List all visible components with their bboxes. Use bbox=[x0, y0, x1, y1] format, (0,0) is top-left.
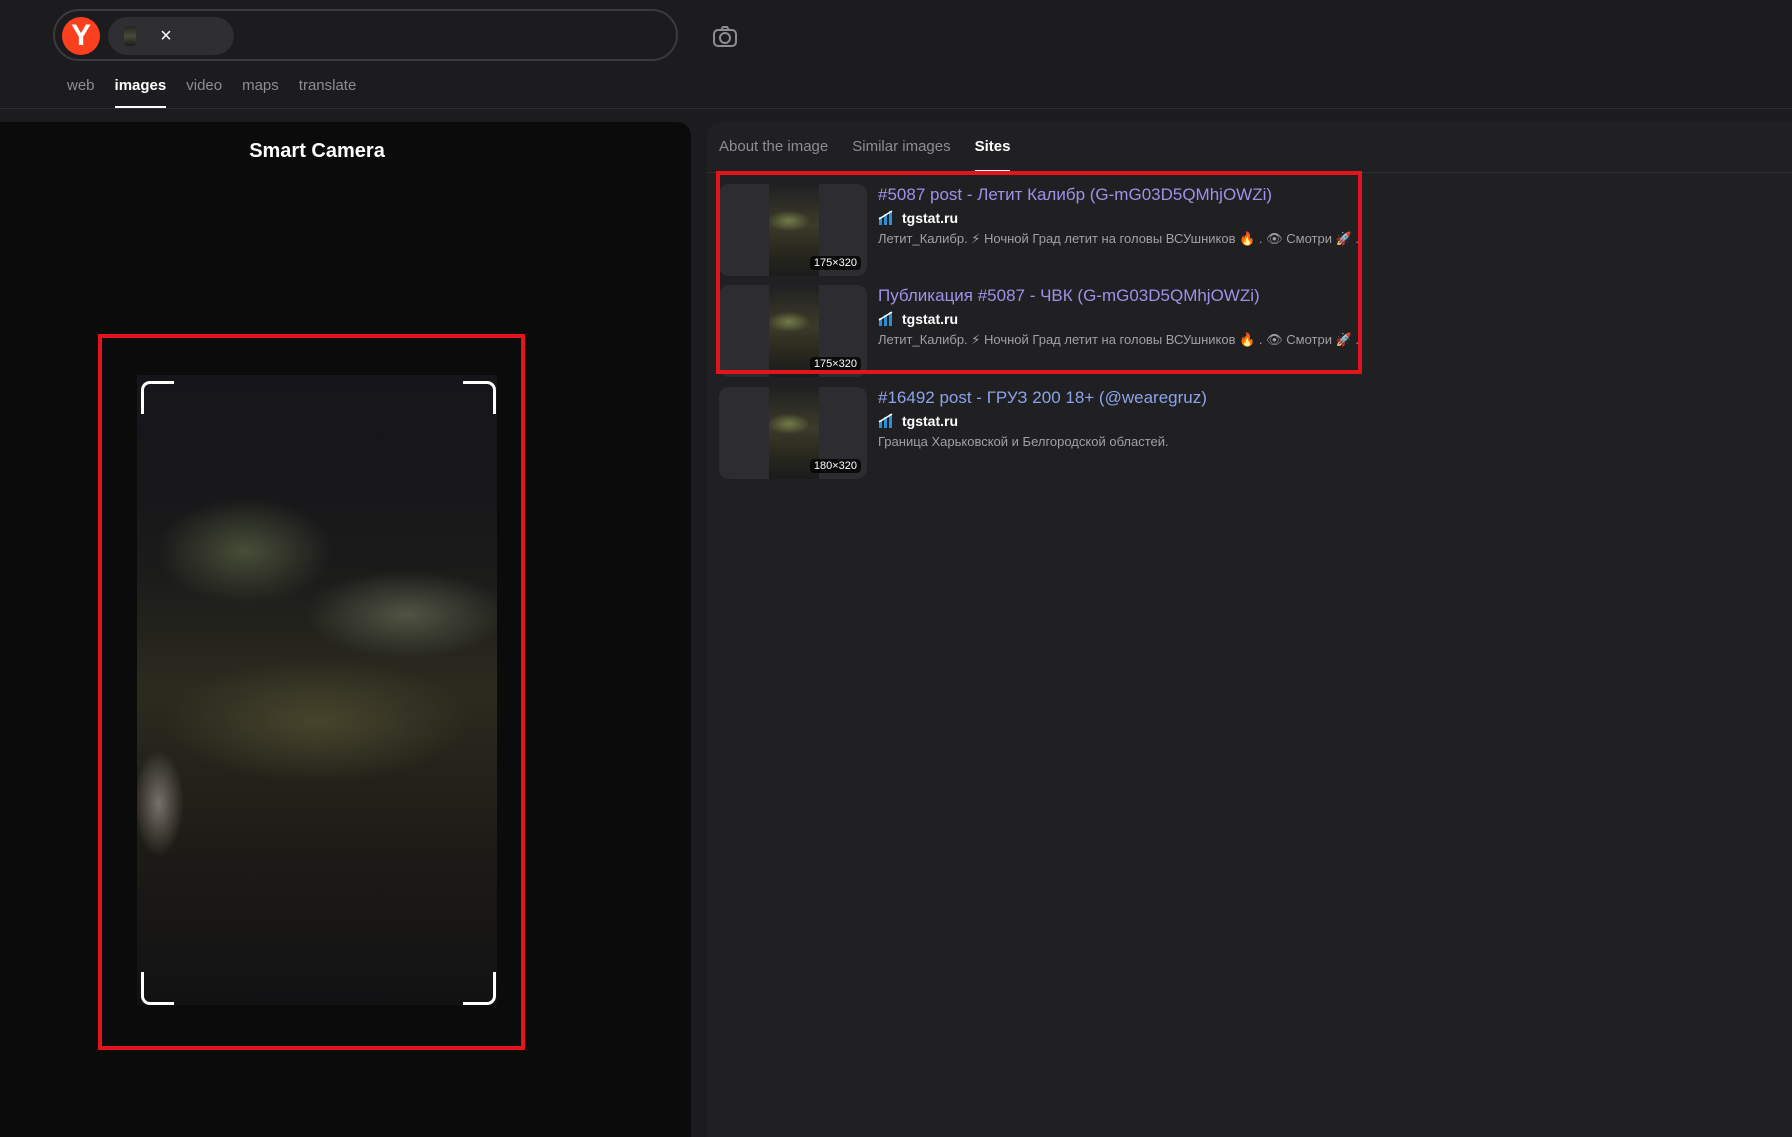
tab-video[interactable]: video bbox=[186, 76, 222, 106]
highlight-frame-photo bbox=[98, 334, 525, 1050]
tab-similar-images[interactable]: Similar images bbox=[852, 122, 950, 170]
results-tabs: About the image Similar images Sites bbox=[719, 122, 1034, 172]
result-description: Граница Харьковской и Белгородской облас… bbox=[878, 434, 1169, 449]
result-site[interactable]: tgstat.ru bbox=[878, 413, 958, 429]
tab-translate[interactable]: translate bbox=[299, 76, 357, 106]
crop-handle-top-left[interactable] bbox=[141, 381, 174, 414]
result-item[interactable]: 180×320 #16492 post - ГРУЗ 200 18+ (@wea… bbox=[719, 387, 1719, 479]
close-icon[interactable]: × bbox=[154, 17, 178, 55]
query-image-chip[interactable]: × bbox=[108, 17, 234, 55]
tab-images[interactable]: images bbox=[114, 76, 167, 108]
search-box[interactable]: Y × bbox=[53, 9, 678, 61]
camera-icon[interactable] bbox=[711, 24, 739, 50]
tab-sites[interactable]: Sites bbox=[974, 122, 1011, 172]
search-nav: web images video maps translate bbox=[67, 76, 376, 108]
crop-handle-bottom-left[interactable] bbox=[141, 972, 174, 1005]
crop-handle-top-right[interactable] bbox=[463, 381, 496, 414]
smart-camera-title: Smart Camera bbox=[249, 140, 385, 162]
tab-web[interactable]: web bbox=[67, 76, 95, 106]
tab-about-image[interactable]: About the image bbox=[719, 122, 828, 170]
smart-camera-panel: Smart Camera bbox=[0, 122, 691, 1137]
highlight-frame-results bbox=[716, 171, 1362, 374]
result-title-link[interactable]: #16492 post - ГРУЗ 200 18+ (@wearegruz) bbox=[878, 388, 1207, 408]
top-bar: Y × web images video maps translate bbox=[0, 0, 1792, 109]
result-thumbnail[interactable]: 180×320 bbox=[719, 387, 867, 479]
query-image-thumbnail bbox=[124, 26, 136, 46]
tgstat-icon bbox=[878, 413, 893, 428]
result-site-name: tgstat.ru bbox=[902, 413, 958, 429]
image-size-badge: 180×320 bbox=[809, 459, 861, 473]
yandex-logo[interactable]: Y bbox=[62, 17, 100, 55]
results-panel: About the image Similar images Sites 175… bbox=[707, 122, 1792, 1137]
crop-handle-bottom-right[interactable] bbox=[463, 972, 496, 1005]
tab-maps[interactable]: maps bbox=[242, 76, 279, 106]
